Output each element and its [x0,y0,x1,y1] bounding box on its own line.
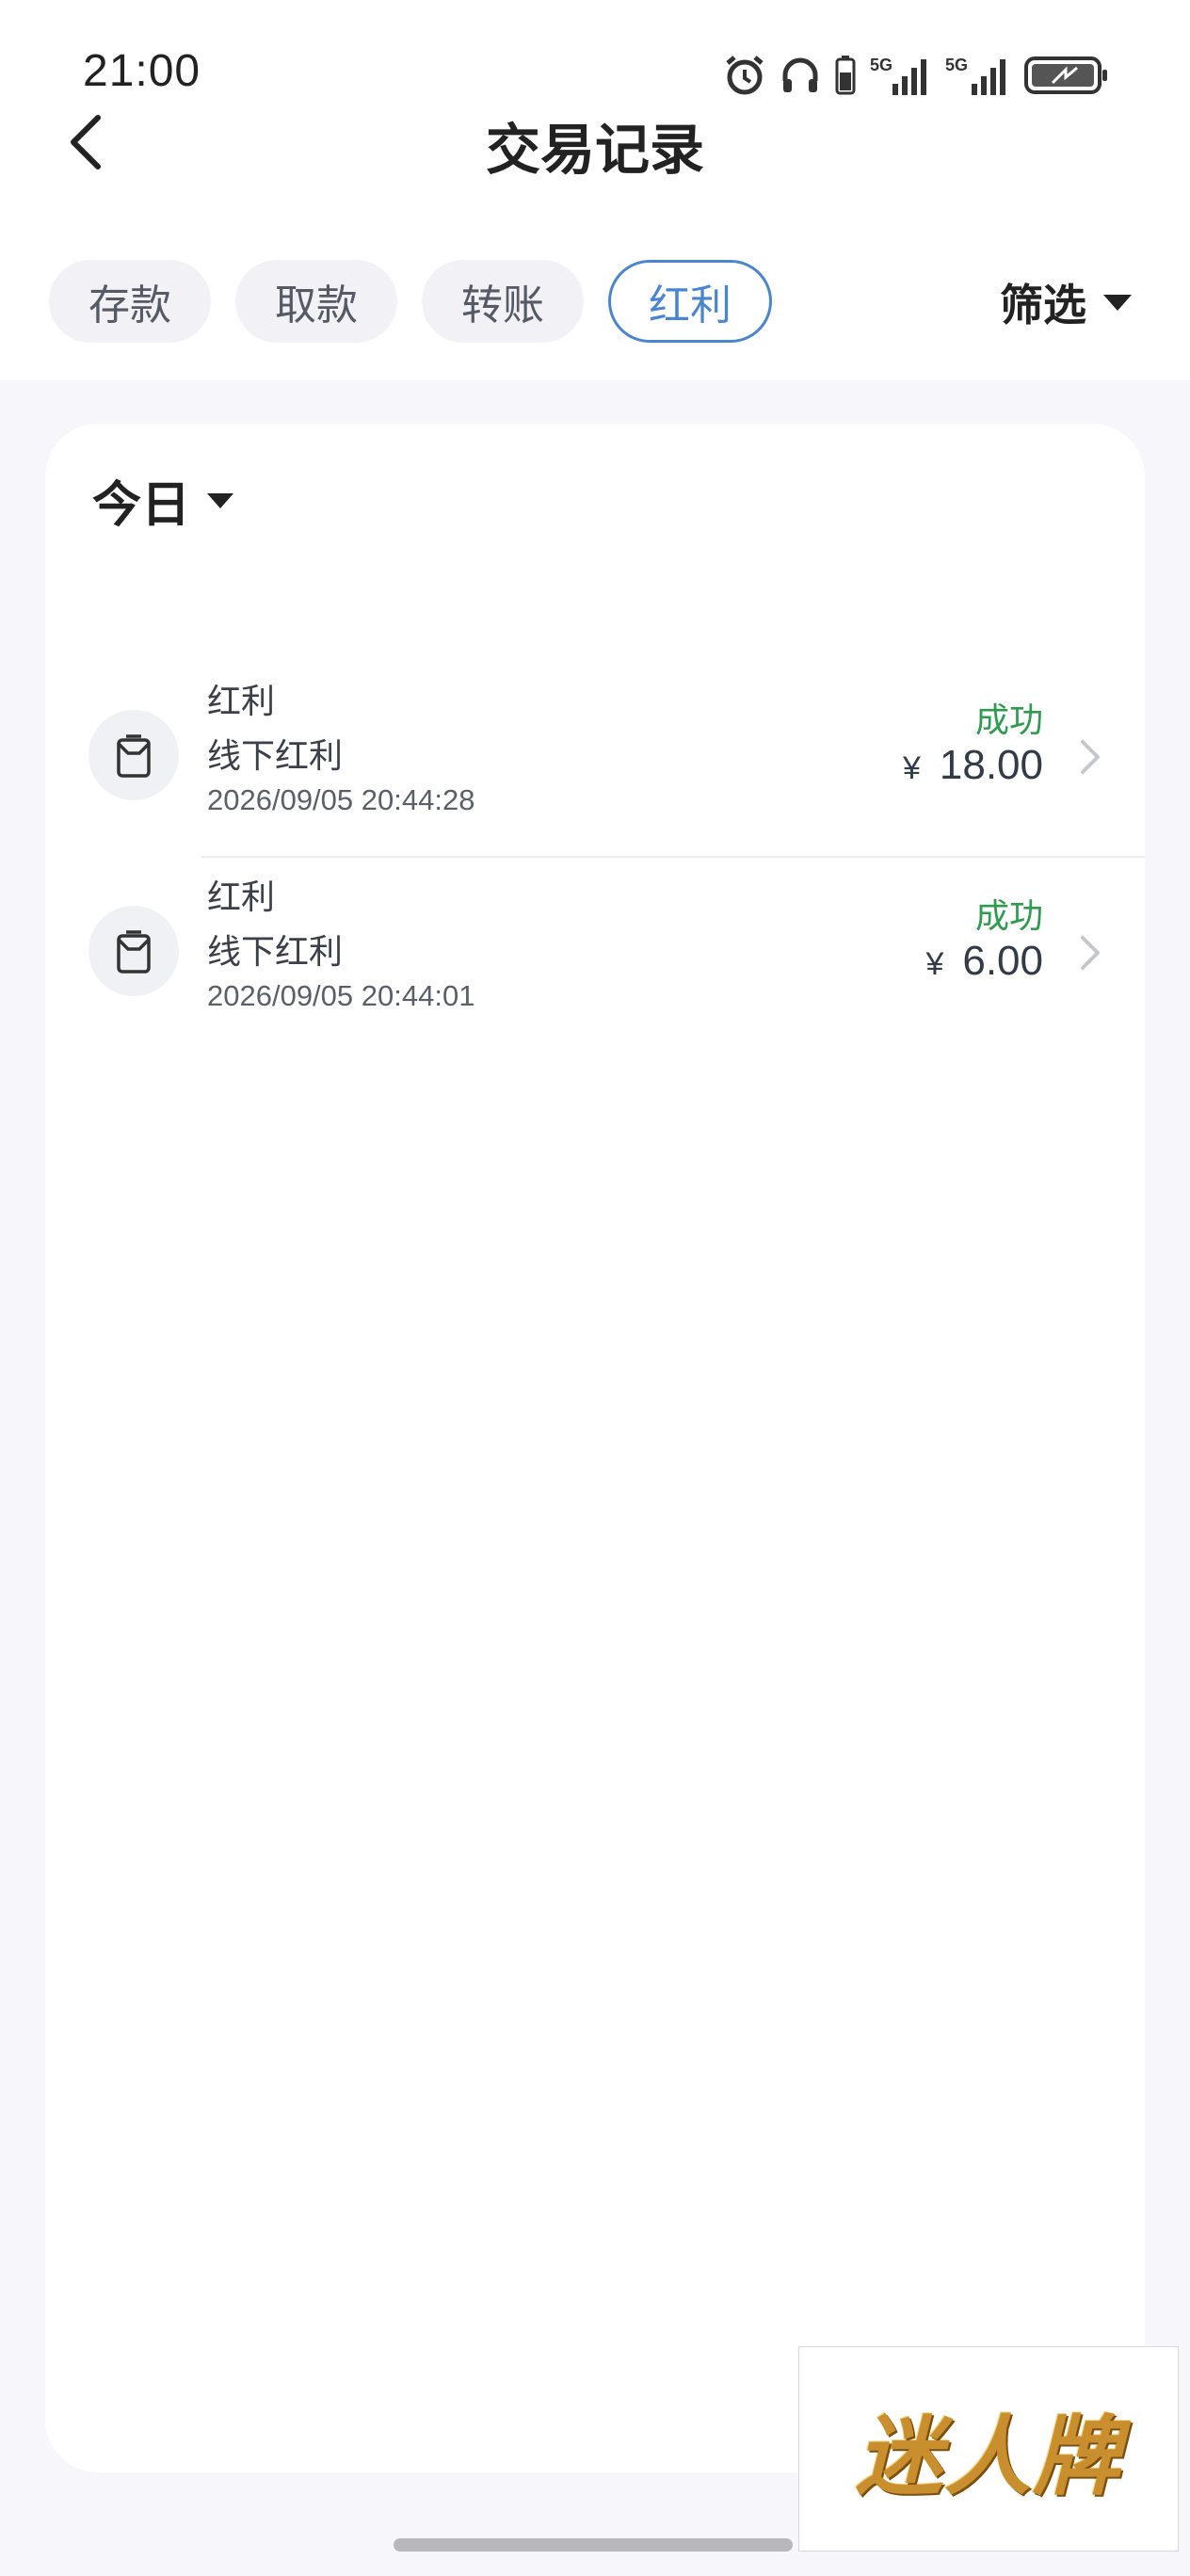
caret-down-icon [1103,294,1132,311]
tab-transfer[interactable]: 转账 [422,260,584,343]
transaction-amount: ¥ 6.00 [925,938,1043,985]
amount-value: 6.00 [962,938,1043,984]
network-label-2: 5G [945,56,968,74]
battery-small-icon [834,54,857,97]
network-label-1: 5G [870,56,892,74]
currency-symbol: ¥ [925,946,944,982]
status-icons: 5G 5G [723,49,1109,102]
tab-deposit[interactable]: 存款 [49,260,211,343]
transaction-description: 线下红利 [207,736,344,775]
headphones-icon [780,55,821,96]
transaction-time: 2026/09/05 20:44:01 [207,979,475,1012]
transaction-row[interactable]: 红利 线下红利 2026/09/05 20:44:28 成功 ¥ 18.00 [45,663,1145,858]
battery-charging-icon [1024,55,1109,96]
transaction-amount: ¥ 18.00 [903,742,1043,789]
transaction-status: 成功 [974,700,1043,739]
wallet-icon [88,710,179,800]
currency-symbol: ¥ [902,750,921,786]
transaction-description: 线下红利 [207,932,344,971]
transaction-status: 成功 [974,896,1043,935]
watermark-text: 迷人牌 [855,2405,1121,2507]
transactions-card: 今日 红利 线下红利 2026/09/05 20:44:28 成功 ¥ 18.0… [45,424,1145,2472]
tab-bonus[interactable]: 红利 [608,260,772,343]
status-time: 21:00 [83,46,201,96]
date-range-label: 今日 [92,478,191,533]
home-indicator[interactable] [394,2538,793,2552]
signal-5g-icon: 5G [870,54,932,97]
page-title: 交易记录 [485,120,704,181]
chevron-right-icon [1081,936,1100,970]
filter-label: 筛选 [1000,281,1086,330]
transaction-type: 红利 [207,877,276,916]
transaction-row[interactable]: 红利 线下红利 2026/09/05 20:44:01 成功 ¥ 6.00 [45,859,1145,1053]
signal-5g-icon: 5G [945,54,1011,97]
transaction-time: 2026/09/05 20:44:28 [207,783,475,816]
amount-value: 18.00 [939,742,1043,788]
date-range-dropdown[interactable]: 今日 [92,465,234,536]
filter-button[interactable]: 筛选 [1000,271,1132,333]
transaction-type: 红利 [207,682,276,720]
wallet-icon [88,906,179,996]
caret-down-icon [207,492,234,508]
brand-watermark: 迷人牌 [798,2346,1179,2552]
alarm-icon [723,54,766,97]
row-divider [201,856,1145,858]
transaction-type-tabs: 存款 取款 转账 红利 [49,260,772,343]
tab-withdraw[interactable]: 取款 [235,260,397,343]
chevron-right-icon [1081,740,1100,774]
